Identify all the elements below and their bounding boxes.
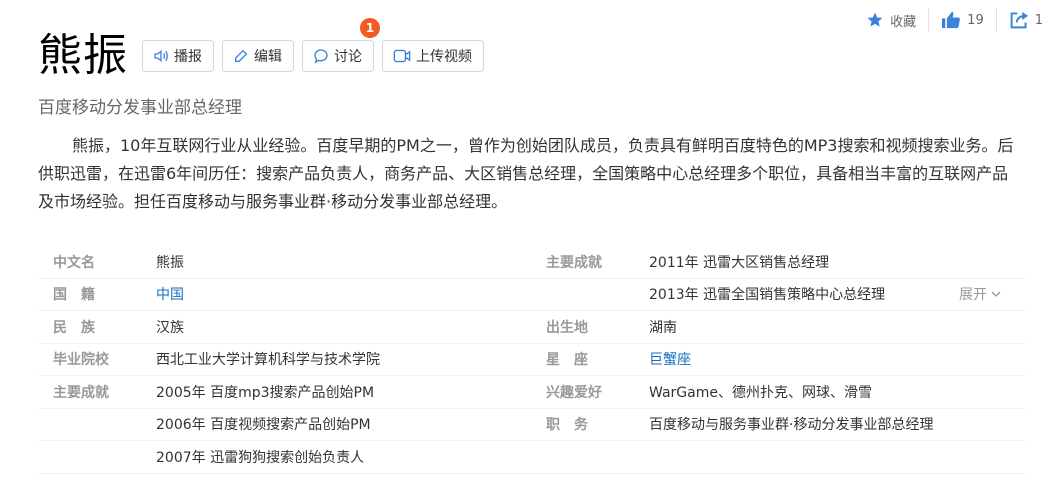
constellation-link[interactable]: 巨蟹座: [649, 349, 691, 369]
info-label: 毕业院校: [53, 352, 109, 369]
info-value: 西北工业大学计算机科学与技术学院: [156, 352, 380, 369]
info-label: [531, 279, 649, 311]
favorite-label: 收藏: [890, 14, 917, 30]
broadcast-button[interactable]: 播报: [142, 40, 214, 72]
info-row: 2007年 迅雷狗狗搜索创始负责人: [38, 441, 1025, 474]
info-value: 2006年 百度视频搜索产品创始PM: [156, 417, 371, 434]
info-value: 巨蟹座: [649, 344, 1009, 376]
share-bar: 收藏 19 1: [854, 8, 1043, 32]
video-camera-icon: [393, 49, 411, 63]
info-label: 民 族: [53, 319, 95, 336]
info-row: 中文名 熊振 主要成就 2011年 迅雷大区销售总经理: [38, 246, 1025, 279]
info-value: 中国: [156, 279, 531, 311]
title-row: 熊振 播报 编辑 讨论 上传视频 1: [38, 18, 492, 84]
upload-video-label: 上传视频: [416, 49, 472, 65]
info-row: 毕业院校 西北工业大学计算机科学与技术学院 星 座 巨蟹座: [38, 344, 1025, 376]
chat-bubble-icon: [314, 49, 328, 64]
like-button[interactable]: 19: [928, 8, 996, 32]
info-row: 国 籍 中国 2013年 迅雷全国销售策略中心总经理 展开: [38, 279, 1025, 311]
thumbs-up-icon: [942, 11, 961, 29]
info-row: 主要成就 2005年 百度mp3搜索产品创始PM 兴趣爱好 WarGame、德州…: [38, 376, 1025, 409]
info-value: 熊振: [156, 254, 184, 271]
info-value-text: 百度移动与服务事业群·移动分发事业部总经理: [649, 417, 934, 434]
info-row: 民 族 汉族 出生地 湖南: [38, 311, 1025, 344]
info-label: [38, 441, 156, 473]
info-value-text: 2011年 迅雷大区销售总经理: [649, 254, 830, 271]
info-label: 出生地: [546, 319, 588, 336]
summary-paragraph: 熊振，10年互联网行业从业经验。百度早期的PM之一，曾作为创始团队成员，负责具有…: [38, 136, 1014, 211]
info-label: 国 籍: [53, 287, 95, 304]
expand-button[interactable]: 展开: [959, 284, 1001, 304]
share-button[interactable]: 1: [995, 8, 1043, 32]
like-count: 19: [967, 12, 984, 28]
speaker-icon: [154, 49, 168, 63]
info-value: 百度移动与服务事业群·移动分发事业部总经理: [649, 409, 1009, 441]
expand-label: 展开: [959, 287, 987, 304]
info-label: [531, 441, 649, 473]
page-subtitle: 百度移动分发事业部总经理: [38, 98, 242, 118]
info-label: 主要成就: [546, 254, 602, 271]
info-label: [38, 409, 156, 441]
info-value: 2011年 迅雷大区销售总经理: [649, 246, 1009, 278]
nationality-link[interactable]: 中国: [156, 284, 184, 304]
info-value-text: WarGame、德州扑克、网球、滑雪: [649, 384, 872, 401]
info-value: [649, 441, 1009, 473]
info-label: 中文名: [53, 254, 95, 271]
info-value: 2005年 百度mp3搜索产品创始PM: [156, 384, 375, 401]
chevron-down-icon: [991, 291, 1001, 298]
basic-info-table: 中文名 熊振 主要成就 2011年 迅雷大区销售总经理 国 籍 中国 2013年…: [38, 246, 1025, 474]
info-value: 2007年 迅雷狗狗搜索创始负责人: [156, 449, 365, 466]
discuss-button[interactable]: 讨论: [302, 40, 374, 72]
info-value-text: 湖南: [649, 319, 677, 336]
info-value: 湖南: [649, 311, 1009, 343]
info-value: 汉族: [156, 319, 184, 336]
info-label: 主要成就: [53, 384, 109, 401]
info-value-text: 2013年 迅雷全国销售策略中心总经理: [649, 287, 886, 304]
info-value: WarGame、德州扑克、网球、滑雪: [649, 376, 1009, 408]
favorite-button[interactable]: 收藏: [854, 8, 928, 32]
share-icon: [1010, 11, 1028, 29]
star-icon: [867, 12, 883, 27]
broadcast-label: 播报: [174, 49, 202, 65]
info-label: 星 座: [546, 352, 588, 369]
info-label: 职 务: [546, 417, 588, 434]
info-label: 兴趣爱好: [546, 384, 602, 401]
upload-video-button[interactable]: 上传视频: [382, 40, 484, 72]
info-row: 2006年 百度视频搜索产品创始PM 职 务 百度移动与服务事业群·移动分发事业…: [38, 409, 1025, 441]
info-value: 2013年 迅雷全国销售策略中心总经理 展开: [649, 279, 1009, 311]
pencil-icon: [235, 49, 248, 62]
edit-label: 编辑: [254, 49, 282, 65]
share-count: 1: [1034, 12, 1043, 28]
discuss-count-badge: 1: [360, 18, 380, 38]
discuss-label: 讨论: [334, 49, 362, 65]
edit-button[interactable]: 编辑: [222, 40, 294, 72]
page-title: 熊振: [38, 30, 128, 81]
